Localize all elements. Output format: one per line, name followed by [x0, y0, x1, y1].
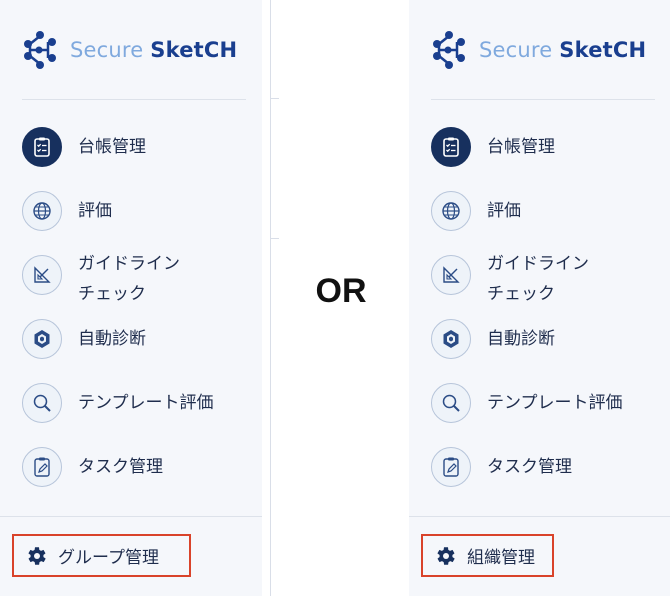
nav-label-guideline-check: ガイドライン チェック: [487, 249, 637, 309]
nav-item-evaluation[interactable]: 評価: [22, 191, 262, 255]
group-management-button[interactable]: グループ管理: [12, 534, 191, 577]
sidebar-right: Secure SketCH 台帳管理 評価 ガイドライン チェック 自動診断 テ…: [409, 0, 670, 596]
nav-label-guideline-line1: ガイドライン: [487, 254, 589, 274]
logo-divider: [431, 99, 655, 100]
nav-item-template-evaluation[interactable]: テンプレート評価: [22, 383, 262, 447]
hexagon-cube-icon: [431, 319, 471, 359]
clipboard-checklist-icon: [431, 127, 471, 167]
nav-item-auto-diagnosis[interactable]: 自動診断: [22, 319, 262, 383]
edge-stub: [271, 98, 279, 99]
nav-label-guideline-line2: チェック: [487, 284, 555, 304]
logo-sketch-text: SketCH: [559, 38, 647, 62]
sidebar-left: Secure SketCH 台帳管理 評価 ガイドライン チェック 自動診断 テ…: [0, 0, 262, 596]
ruler-triangle-icon: [431, 255, 471, 295]
globe-icon: [431, 191, 471, 231]
nav-item-auto-diagnosis[interactable]: 自動診断: [431, 319, 670, 383]
logo-secure-text: Secure: [479, 38, 553, 62]
logo[interactable]: Secure SketCH: [431, 30, 646, 70]
nav-label-evaluation: 評価: [487, 201, 521, 221]
nav-label-auto-diagnosis: 自動診断: [487, 329, 555, 349]
logo-text: Secure SketCH: [479, 30, 646, 70]
edge-stub: [271, 238, 279, 239]
clipboard-pencil-icon: [22, 447, 62, 487]
nav-label-auto-diagnosis: 自動診断: [78, 329, 146, 349]
logo-divider: [22, 99, 246, 100]
share-network-icon: [24, 31, 56, 69]
nav-item-guideline-check[interactable]: ガイドライン チェック: [431, 254, 670, 319]
nav-label-guideline-line1: ガイドライン: [78, 254, 180, 274]
logo-secure-text: Secure: [70, 38, 144, 62]
nav-label-guideline-check: ガイドライン チェック: [78, 249, 228, 309]
globe-icon: [22, 191, 62, 231]
nav-label-template-evaluation: テンプレート評価: [487, 393, 623, 413]
gear-icon: [28, 546, 46, 565]
nav-label-ledger: 台帳管理: [78, 137, 146, 157]
nav-item-task-management[interactable]: タスク管理: [22, 447, 262, 511]
nav-label-template-evaluation: テンプレート評価: [78, 393, 214, 413]
ruler-triangle-icon: [22, 255, 62, 295]
share-network-icon: [433, 31, 465, 69]
nav-label-task-management: タスク管理: [78, 457, 163, 477]
clipboard-checklist-icon: [22, 127, 62, 167]
nav-label-guideline-line2: チェック: [78, 284, 146, 304]
nav-item-task-management[interactable]: タスク管理: [431, 447, 670, 511]
nav-menu: 台帳管理 評価 ガイドライン チェック 自動診断 テンプレート評価 タスク管理: [22, 127, 262, 511]
logo[interactable]: Secure SketCH: [22, 30, 237, 70]
nav-menu: 台帳管理 評価 ガイドライン チェック 自動診断 テンプレート評価 タスク管理: [431, 127, 670, 511]
logo-text: Secure SketCH: [70, 30, 237, 70]
nav-item-ledger[interactable]: 台帳管理: [22, 127, 262, 191]
group-management-label: グループ管理: [58, 548, 159, 568]
nav-item-ledger[interactable]: 台帳管理: [431, 127, 670, 191]
clipboard-pencil-icon: [431, 447, 471, 487]
nav-item-guideline-check[interactable]: ガイドライン チェック: [22, 254, 262, 319]
nav-label-task-management: タスク管理: [487, 457, 572, 477]
nav-item-evaluation[interactable]: 評価: [431, 191, 670, 255]
or-label: OR: [315, 272, 367, 310]
nav-label-evaluation: 評価: [78, 201, 112, 221]
bottom-divider: [0, 516, 262, 517]
organization-management-button[interactable]: 組織管理: [421, 534, 554, 577]
magnifier-icon: [22, 383, 62, 423]
nav-item-template-evaluation[interactable]: テンプレート評価: [431, 383, 670, 447]
logo-sketch-text: SketCH: [150, 38, 238, 62]
panel-edge-left: [270, 0, 271, 596]
gear-icon: [437, 546, 455, 565]
magnifier-icon: [431, 383, 471, 423]
hexagon-cube-icon: [22, 319, 62, 359]
bottom-divider: [409, 516, 670, 517]
organization-management-label: 組織管理: [467, 548, 535, 568]
nav-label-ledger: 台帳管理: [487, 137, 555, 157]
